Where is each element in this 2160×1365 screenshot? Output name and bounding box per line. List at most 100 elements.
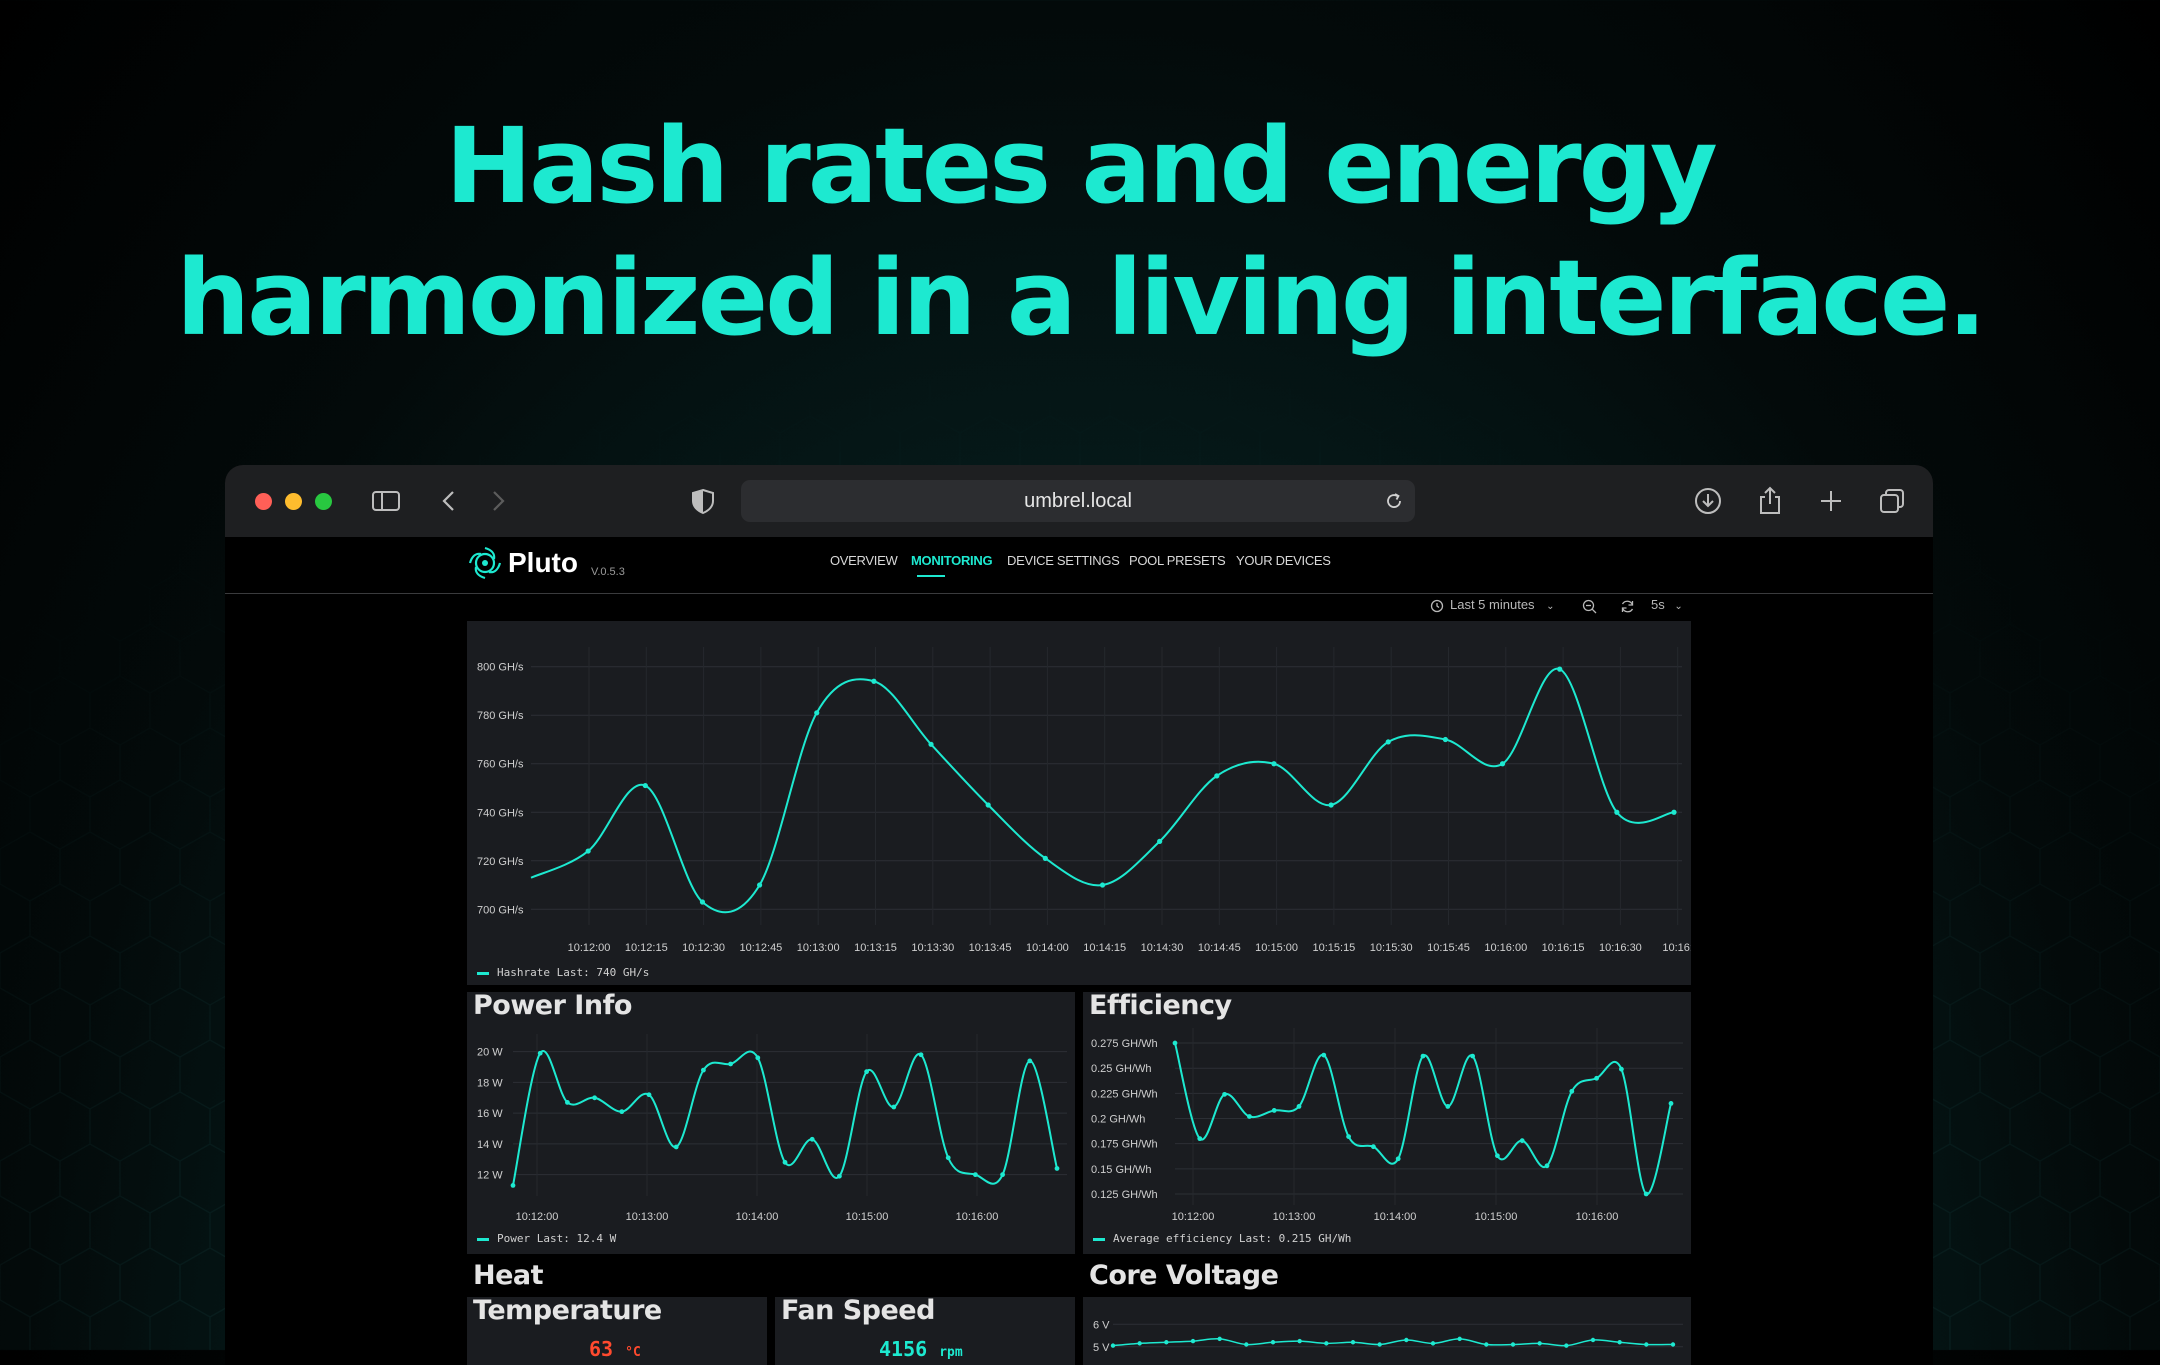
x-tick-label: 10:13:00 — [1273, 1211, 1316, 1223]
hashrate-legend-text: Hashrate Last: 740 GH/s — [497, 966, 650, 979]
zoom-window-button[interactable] — [315, 493, 332, 510]
pluto-page: Pluto V.0.5.3 OVERVIEW MONITORING DEVICE… — [225, 537, 1933, 1365]
data-point — [837, 1173, 842, 1179]
temperature-panel: Temperature 63 °C — [467, 1295, 767, 1365]
data-point — [673, 1144, 679, 1150]
fan-speed-value: 4156 — [879, 1337, 928, 1361]
close-window-button[interactable] — [255, 493, 272, 510]
data-point — [985, 802, 991, 808]
reload-icon[interactable] — [1383, 490, 1405, 512]
headline: Hash rates and energy harmonized in a li… — [0, 100, 2160, 364]
nav-active-indicator — [917, 575, 945, 577]
data-point — [1271, 761, 1277, 767]
headline-line-2: harmonized in a living interface. — [176, 237, 1987, 359]
nav-monitoring[interactable]: MONITORING — [911, 553, 993, 568]
x-tick-label: 10:12:15 — [625, 942, 668, 954]
data-point — [1569, 1088, 1575, 1094]
data-point — [1590, 1337, 1596, 1343]
x-tick-label: 10:14:15 — [1083, 942, 1126, 954]
data-point — [1324, 1341, 1329, 1346]
data-point — [1296, 1104, 1302, 1109]
data-point — [510, 1182, 516, 1188]
minimize-window-button[interactable] — [285, 493, 302, 510]
nav-pool-presets[interactable]: POOL PRESETS — [1129, 553, 1226, 568]
data-point — [585, 848, 591, 854]
data-point — [1619, 1066, 1624, 1072]
nav-overview[interactable]: OVERVIEW — [830, 553, 898, 568]
data-point — [1557, 666, 1563, 672]
data-point — [928, 741, 934, 747]
data-point — [1157, 838, 1163, 844]
y-tick-label: 700 GH/s — [477, 904, 524, 916]
heat-title: Heat — [473, 1260, 544, 1291]
x-tick-label: 10:13:00 — [797, 942, 840, 954]
data-point — [1350, 1340, 1356, 1345]
data-point — [1270, 1340, 1276, 1345]
data-point — [1484, 1342, 1489, 1347]
data-point — [1000, 1172, 1005, 1178]
x-tick-label: 10:15:00 — [1255, 942, 1298, 954]
data-point — [1470, 1053, 1475, 1059]
x-tick-label: 10:13:00 — [626, 1211, 669, 1223]
core-voltage-title: Core Voltage — [1089, 1260, 1279, 1291]
data-point — [1247, 1114, 1252, 1119]
nav-device-settings[interactable]: DEVICE SETTINGS — [1007, 553, 1120, 568]
data-point — [809, 1136, 815, 1142]
x-tick-label: 10:13:45 — [969, 942, 1012, 954]
data-point — [1564, 1343, 1569, 1348]
data-point — [1404, 1337, 1409, 1343]
refresh-icon[interactable] — [1620, 599, 1635, 614]
hashrate-legend: Hashrate Last: 740 GH/s — [477, 966, 649, 979]
data-point — [1197, 1136, 1203, 1142]
efficiency-panel: Efficiency 0.275 GH/Wh 0.25 GH/Wh 0.225 GH… — [1083, 990, 1691, 1254]
x-tick-label: 10:15:15 — [1312, 942, 1355, 954]
data-point — [1099, 882, 1106, 888]
x-tick-label: 10:15:30 — [1370, 942, 1413, 954]
download-icon[interactable] — [1692, 485, 1724, 517]
data-point — [1442, 736, 1448, 743]
back-icon[interactable] — [433, 485, 465, 517]
x-tick-label: 10:14:45 — [1198, 942, 1241, 954]
nav-your-devices[interactable]: YOUR DEVICES — [1236, 553, 1331, 568]
data-point — [1297, 1338, 1302, 1344]
forward-icon[interactable] — [482, 485, 514, 517]
data-point — [782, 1159, 788, 1165]
data-point — [1670, 1342, 1676, 1347]
data-point — [757, 882, 763, 888]
pluto-logo-icon[interactable] — [467, 545, 503, 581]
data-point — [728, 1061, 733, 1067]
y-tick-label: 0.25 GH/Wh — [1091, 1063, 1152, 1075]
efficiency-chart: 0.275 GH/Wh 0.25 GH/Wh 0.225 GH/Wh 0.2 GH/W… — [1091, 1028, 1683, 1223]
refresh-interval-picker[interactable]: 5s ⌄ — [1651, 597, 1683, 612]
refresh-interval-label: 5s — [1651, 597, 1665, 612]
new-tab-icon[interactable] — [1815, 485, 1847, 517]
shield-icon[interactable] — [687, 485, 719, 517]
data-point — [1027, 1058, 1033, 1064]
time-range-label: Last 5 minutes — [1450, 597, 1535, 612]
app-header: Pluto V.0.5.3 OVERVIEW MONITORING DEVICE… — [225, 537, 1933, 594]
fan-speed-panel: Fan Speed 4156 rpm — [775, 1295, 1075, 1365]
tabs-icon[interactable] — [1876, 485, 1908, 517]
y-tick-label: 0.125 GH/Wh — [1091, 1189, 1158, 1201]
data-point — [1644, 1342, 1649, 1347]
x-tick-label: 10:15:45 — [1427, 942, 1470, 954]
data-point — [619, 1109, 625, 1115]
share-icon[interactable] — [1754, 485, 1786, 517]
sidebar-icon[interactable] — [370, 485, 402, 517]
y-tick-label: 16 W — [477, 1108, 503, 1120]
time-range-picker[interactable]: Last 5 minutes ⌄ — [1450, 597, 1555, 612]
data-point — [945, 1155, 951, 1161]
power-legend: Power Last: 12.4 W — [477, 1232, 616, 1245]
address-bar[interactable]: umbrel.local — [741, 480, 1415, 522]
data-point — [814, 710, 820, 716]
y-tick-label: 18 W — [477, 1077, 503, 1089]
chevron-down-icon: ⌄ — [1674, 601, 1683, 612]
data-point — [1244, 1342, 1249, 1347]
core-voltage-panel: 6 V 5 V — [1083, 1297, 1691, 1365]
app-name[interactable]: Pluto — [508, 547, 578, 579]
core-voltage-chart: 6 V 5 V — [1093, 1319, 1683, 1354]
data-point — [864, 1069, 869, 1075]
x-tick-label: 10:12:00 — [568, 942, 611, 954]
zoom-out-icon[interactable] — [1582, 599, 1597, 614]
y-tick-label: 0.225 GH/Wh — [1091, 1088, 1158, 1100]
